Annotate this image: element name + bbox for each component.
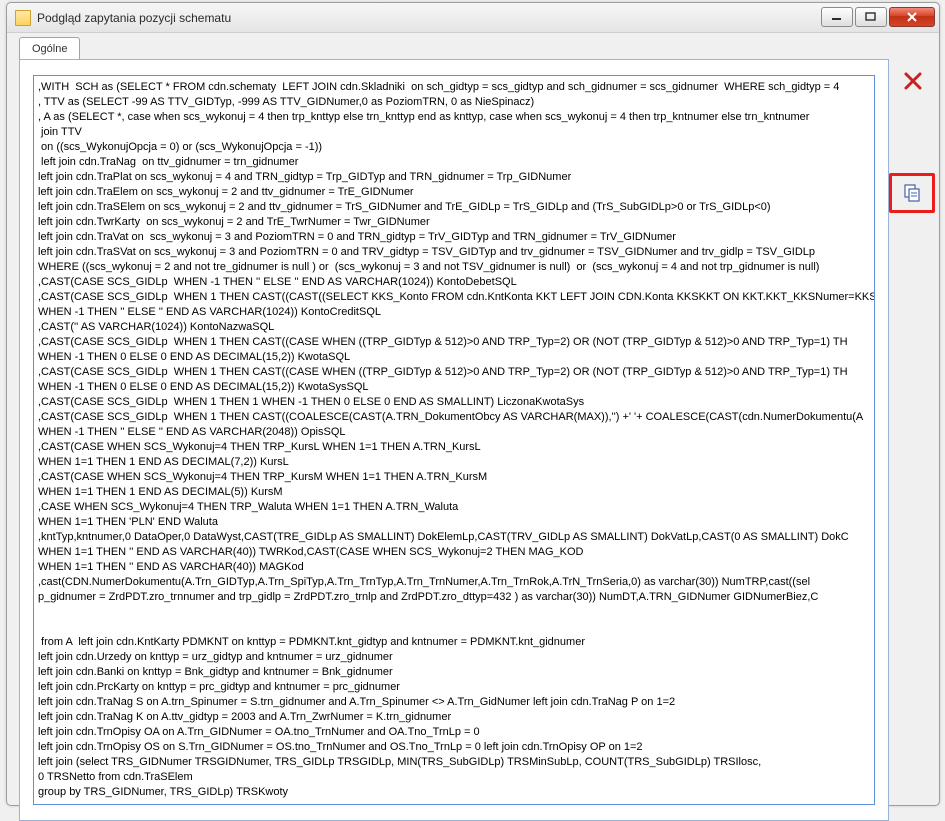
sql-line: left join cdn.TraVat on scs_wykonuj = 3 … <box>38 230 860 245</box>
sql-line: ,CAST(CASE SCS_GIDLp WHEN -1 THEN '' ELS… <box>38 275 860 290</box>
cancel-button[interactable] <box>899 67 927 95</box>
minimize-button[interactable] <box>821 7 853 27</box>
sql-line: left join cdn.PrcKarty on knttyp = prc_g… <box>38 680 860 695</box>
close-icon <box>902 70 924 92</box>
sql-line: ,WITH SCH as (SELECT * FROM cdn.schematy… <box>38 80 860 95</box>
sql-line: ,CAST(CASE SCS_GIDLp WHEN 1 THEN 1 WHEN … <box>38 395 860 410</box>
sql-line: WHEN 1=1 THEN '' END AS VARCHAR(40)) MAG… <box>38 560 860 575</box>
sql-line: ,CAST(CASE WHEN SCS_Wykonuj=4 THEN TRP_K… <box>38 470 860 485</box>
sql-line: left join cdn.TraSVat on scs_wykonuj = 3… <box>38 245 860 260</box>
minimize-icon <box>831 12 843 22</box>
sql-line: ,CAST('' AS VARCHAR(1024)) KontoNazwaSQL <box>38 320 860 335</box>
maximize-button[interactable] <box>855 7 887 27</box>
sql-line: left join (select TRS_GIDNumer TRSGIDNum… <box>38 755 860 770</box>
sql-line: from A left join cdn.KntKarty PDMKNT on … <box>38 635 860 650</box>
sql-line: ,CAST(CASE WHEN SCS_Wykonuj=4 THEN TRP_K… <box>38 440 860 455</box>
close-button[interactable] <box>889 7 935 27</box>
sql-line: group by TRS_GIDNumer, TRS_GIDLp) TRSKwo… <box>38 785 860 800</box>
sql-line: on ((scs_WykonujOpcja = 0) or (scs_Wykon… <box>38 140 860 155</box>
window: Podgląd zapytania pozycji schematu Ogóln… <box>6 2 940 806</box>
sql-line: WHEN 1=1 THEN '' END AS VARCHAR(40)) TWR… <box>38 545 860 560</box>
sql-line: left join cdn.TrnOpisy OA on A.Trn_GIDNu… <box>38 725 860 740</box>
tab-general[interactable]: Ogólne <box>19 37 80 59</box>
sql-line: left join cdn.Banki on knttyp = Bnk_gidt… <box>38 665 860 680</box>
sql-line: WHEN 1=1 THEN 1 END AS DECIMAL(5)) KursM <box>38 485 860 500</box>
sql-line: ,cast(CDN.NumerDokumentu(A.Trn_GIDTyp,A.… <box>38 575 860 590</box>
sql-line: WHEN -1 THEN 0 ELSE 0 END AS DECIMAL(15,… <box>38 350 860 365</box>
sql-line <box>38 605 860 620</box>
sql-line: left join cdn.TraSElem on scs_wykonuj = … <box>38 200 860 215</box>
sql-line: WHEN -1 THEN '' ELSE '' END AS VARCHAR(2… <box>38 425 860 440</box>
sql-textbox[interactable]: ,WITH SCH as (SELECT * FROM cdn.schematy… <box>34 76 874 804</box>
sql-line: , A as (SELECT *, case when scs_wykonuj … <box>38 110 860 125</box>
sql-line: left join cdn.TraElem on scs_wykonuj = 2… <box>38 185 860 200</box>
sql-line: ,kntTyp,kntnumer,0 DataOper,0 DataWyst,C… <box>38 530 860 545</box>
window-title: Podgląd zapytania pozycji schematu <box>37 11 231 25</box>
sql-line: 0 TRSNetto from cdn.TraSElem <box>38 770 860 785</box>
copy-button[interactable] <box>898 179 926 207</box>
titlebar[interactable]: Podgląd zapytania pozycji schematu <box>7 3 939 33</box>
sql-line: WHEN 1=1 THEN 'PLN' END Waluta <box>38 515 860 530</box>
sql-line: p_gidnumer = ZrdPDT.zro_trnnumer and trp… <box>38 590 860 605</box>
sql-line: ,CAST(CASE SCS_GIDLp WHEN 1 THEN CAST((C… <box>38 410 860 425</box>
sql-line: , TTV as (SELECT -99 AS TTV_GIDTyp, -999… <box>38 95 860 110</box>
sql-line: join TTV <box>38 125 860 140</box>
maximize-icon <box>865 12 877 22</box>
sql-line <box>38 620 860 635</box>
sql-line: ,CAST(CASE SCS_GIDLp WHEN 1 THEN CAST((C… <box>38 290 860 305</box>
close-icon <box>905 11 919 23</box>
sql-line: WHERE ((scs_wykonuj = 2 and not tre_gidn… <box>38 260 860 275</box>
sql-line: WHEN -1 THEN 0 ELSE 0 END AS DECIMAL(15,… <box>38 380 860 395</box>
app-icon <box>15 10 31 26</box>
sql-line: left join cdn.TraNag K on A.ttv_gidtyp =… <box>38 710 860 725</box>
sql-line: left join cdn.TraNag S on A.trn_Spinumer… <box>38 695 860 710</box>
sql-line: left join cdn.TraPlat on scs_wykonuj = 4… <box>38 170 860 185</box>
sql-textbox-frame: ,WITH SCH as (SELECT * FROM cdn.schematy… <box>33 75 875 805</box>
sql-line: ,CAST(CASE SCS_GIDLp WHEN 1 THEN CAST((C… <box>38 365 860 380</box>
sql-line: left join cdn.TwrKarty on scs_wykonuj = … <box>38 215 860 230</box>
sql-line: ,CAST(CASE SCS_GIDLp WHEN 1 THEN CAST((C… <box>38 335 860 350</box>
sql-line: left join cdn.Urzedy on knttyp = urz_gid… <box>38 650 860 665</box>
sql-line: left join cdn.TrnOpisy OS on S.Trn_GIDNu… <box>38 740 860 755</box>
client-area: Ogólne ,WITH SCH as (SELECT * FROM cdn.s… <box>7 33 939 805</box>
sql-line: ,CASE WHEN SCS_Wykonuj=4 THEN TRP_Waluta… <box>38 500 860 515</box>
sql-line: left join cdn.TraNag on ttv_gidnumer = t… <box>38 155 860 170</box>
highlighted-copy-frame <box>889 173 935 213</box>
sql-line: WHEN 1=1 THEN 1 END AS DECIMAL(7,2)) Kur… <box>38 455 860 470</box>
copy-icon <box>902 183 922 203</box>
sql-line: WHEN -1 THEN '' ELSE '' END AS VARCHAR(1… <box>38 305 860 320</box>
